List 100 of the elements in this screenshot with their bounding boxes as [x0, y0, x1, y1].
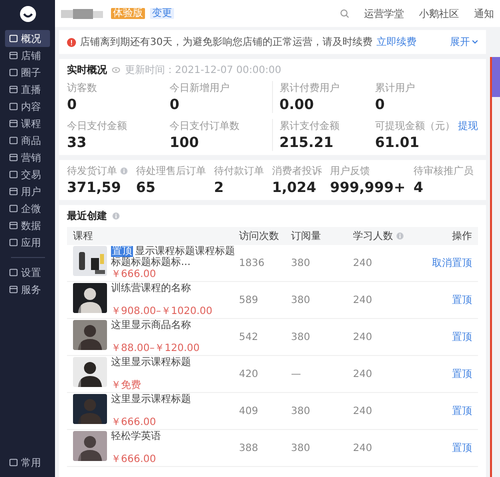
alert-message: 店铺离到期还有30天，为避免影响您店铺的正常运营，请及时续费 [80, 36, 373, 49]
sidebar-item[interactable]: 设置 [5, 264, 50, 281]
metric-value: 2 [214, 180, 225, 196]
info-icon [112, 212, 120, 220]
metric-value: 65 [136, 180, 156, 196]
column-header: 访问次数 [239, 230, 279, 243]
info-icon [120, 167, 128, 175]
metric-label: 待发货订单 [67, 164, 117, 178]
course-title: 训练营课程的名称 [111, 283, 192, 294]
table-cell-text: 380 [291, 406, 312, 416]
sidebar-item[interactable]: 用户 [5, 183, 50, 200]
metric-value: 999,999+ [330, 180, 406, 196]
sidebar-item[interactable]: 商品 [5, 132, 50, 149]
menu-icon [9, 102, 18, 111]
menu-icon [9, 119, 18, 128]
pin-button[interactable]: 置顶 [452, 293, 472, 307]
table-cell-text: 240 [353, 332, 374, 342]
menu-icon [9, 204, 18, 213]
sidebar-item[interactable]: 营销 [5, 149, 50, 166]
menu-icon [9, 170, 18, 179]
metric-value: 33 [67, 135, 88, 151]
table-cell-text: 420 [239, 368, 260, 380]
course-title: 这里显示课程标题 [111, 394, 191, 405]
menu-icon [9, 458, 18, 467]
table-cell-text: 380 [291, 258, 312, 268]
sidebar-item[interactable]: 内容 [5, 98, 50, 115]
pin-button[interactable]: 置顶 [452, 330, 472, 344]
metric-label: 今日支付金额 [67, 120, 127, 133]
section-title: 实时概况 [67, 63, 107, 77]
course-price: ￥908.00–￥1020.00 [111, 306, 212, 317]
metric-label: 累计用户 [374, 82, 415, 95]
metric-label: 今日新增用户 [170, 82, 230, 95]
metric-value: 100 [170, 135, 200, 151]
side-panel-tab[interactable] [492, 57, 500, 97]
sidebar-item[interactable]: 数据 [5, 217, 50, 234]
course-price: ￥免费 [111, 380, 142, 391]
metric-value: 0 [374, 97, 386, 113]
column-header: 学习人数 [353, 230, 393, 243]
pin-button[interactable]: 置顶 [452, 404, 472, 418]
header-link[interactable]: 通知 [474, 6, 494, 20]
header-link[interactable]: 运营学堂 [364, 6, 404, 20]
metric-value: 61.01 [374, 135, 420, 151]
menu-icon [9, 68, 18, 77]
course-title: 这里显示课程标题 [111, 357, 191, 368]
course-price: ￥88.00–￥120.00 [111, 343, 200, 354]
course-title: 轻松学英语 [111, 431, 161, 442]
metric-value: 1,024 [272, 180, 318, 196]
pin-button[interactable]: 取消置顶 [432, 256, 472, 270]
table-cell-text: 240 [353, 294, 374, 306]
sidebar-item[interactable]: 企微 [5, 200, 50, 217]
withdraw-link[interactable]: 提现 [458, 119, 478, 133]
metric-label: 可提现金额（元） [374, 120, 455, 133]
table-cell-text: 240 [353, 258, 374, 268]
menu-icon [9, 34, 18, 43]
table-cell-text: 240 [353, 406, 374, 416]
table-cell-text: — [291, 368, 302, 380]
menu-icon [9, 238, 18, 247]
metric-label: 累计支付金额 [279, 120, 340, 133]
table-cell-text: 542 [239, 332, 260, 342]
sidebar-item[interactable]: 直播 [5, 81, 50, 98]
table-cell-text: 589 [239, 294, 260, 306]
metric-label: 访客数 [67, 82, 97, 95]
table-cell-text: 240 [353, 368, 374, 380]
search-icon[interactable] [340, 9, 349, 18]
table-cell-text: 380 [291, 332, 312, 342]
blurred-shop-name [61, 8, 106, 18]
info-icon [396, 232, 404, 240]
eye-icon[interactable] [112, 67, 120, 73]
pin-button[interactable]: 置顶 [452, 367, 472, 381]
metric-value: 4 [414, 180, 424, 196]
logo-icon [20, 6, 36, 22]
table-cell-text: 409 [239, 406, 260, 416]
sidebar-item[interactable]: 概况 [5, 30, 50, 47]
table-cell-text: 1836 [239, 258, 266, 268]
metric-label: 待付款订单 [214, 164, 264, 178]
sidebar-item[interactable]: 服务 [5, 281, 50, 298]
metric-label: 消费者投诉 [272, 164, 322, 178]
renew-link[interactable]: 立即续费 [376, 35, 417, 49]
header-link[interactable]: 小鹅社区 [419, 6, 459, 20]
table-cell-text: 380 [291, 442, 312, 454]
sidebar-item[interactable]: 应用 [5, 234, 50, 251]
column-header: 订阅量 [291, 230, 321, 243]
metric-label: 累计付费用户 [279, 82, 340, 95]
sidebar-item[interactable]: 交易 [5, 166, 50, 183]
sidebar-item[interactable]: 课程 [5, 115, 50, 132]
metric-value: 215.21 [279, 135, 334, 151]
warning-icon [67, 38, 76, 46]
metric-value: 0 [170, 97, 180, 113]
table-cell-text: 388 [239, 442, 260, 454]
pin-button[interactable]: 置顶 [452, 441, 472, 455]
sidebar-item[interactable]: 常用 [5, 454, 50, 471]
sidebar-item[interactable]: 店铺 [5, 47, 50, 64]
course-price: ￥666.00 [111, 454, 157, 465]
expand-button[interactable]: 展开 [450, 35, 478, 49]
column-header: 课程 [73, 230, 93, 243]
course-price: ￥666.00 [111, 417, 157, 428]
column-header: 操作 [452, 230, 472, 243]
menu-icon [9, 51, 18, 60]
menu-icon [9, 268, 18, 277]
sidebar-item[interactable]: 圈子 [5, 64, 50, 81]
